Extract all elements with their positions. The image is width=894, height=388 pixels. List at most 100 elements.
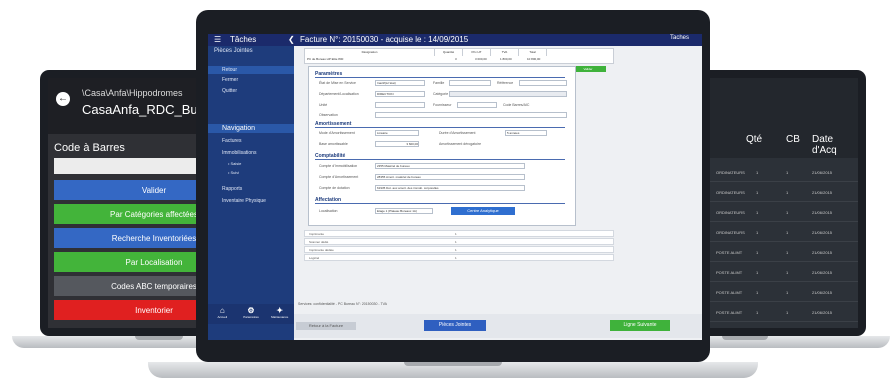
td-designation[interactable]: PC de Bureau HP Elite 800 — [307, 57, 343, 61]
table-cell: POSTE ALIMT — [716, 270, 743, 275]
tasks-link[interactable]: Taches — [670, 35, 689, 41]
table-cell: 21/06/2015 — [812, 310, 833, 315]
col-header-date[interactable]: Date d'Acq — [812, 134, 858, 156]
table-cell: ORDINATEURS — [716, 210, 745, 215]
field-category[interactable] — [449, 91, 567, 97]
field-location[interactable]: Etage 1 (Plateau Bureaux 1A) — [375, 208, 433, 214]
nav-invoices[interactable]: Factures — [214, 138, 241, 144]
location-path: \Casa\Anfa\Hippodromes — [82, 88, 183, 98]
table-cell: 1 — [756, 230, 759, 235]
nav-reports[interactable]: Rapports — [214, 186, 242, 192]
navigation-header: Navigation — [208, 124, 294, 133]
td-vat[interactable]: 1 800,00 — [500, 57, 512, 61]
table-cell: 21/06/2015 — [812, 190, 833, 195]
field-family[interactable] — [449, 80, 491, 86]
field-reference[interactable] — [519, 80, 567, 86]
action-back[interactable]: Retour — [208, 66, 294, 74]
td-price[interactable]: 3 000,00 — [475, 57, 487, 61]
label-unit: Unité — [319, 103, 328, 107]
invoice-line-row[interactable]: Imprimante dédiée 1 — [304, 246, 614, 253]
section-assignment: Affectation — [315, 197, 565, 204]
table-cell: 21/06/2015 — [812, 250, 833, 255]
line-label: Imprimante dédiée — [309, 248, 334, 252]
section-parameters: Paramètres — [315, 71, 565, 78]
back-arrow-icon[interactable]: ← — [56, 92, 70, 106]
line-label: Logiciel — [309, 256, 320, 260]
col-header-cb[interactable]: CB — [786, 134, 800, 145]
back-to-invoice-button[interactable]: Retour à la Facture — [296, 322, 356, 330]
table-cell: 1 — [786, 310, 789, 315]
sidebar: Pièces Jointes Retour Fermer Quitter Nav… — [208, 46, 294, 340]
field-unit[interactable] — [375, 102, 425, 108]
nav-sub-entry[interactable]: • Saisie — [214, 161, 241, 166]
table-cell: 1 — [786, 290, 789, 295]
invoice-line-row[interactable]: Logiciel 1 — [304, 254, 614, 261]
settings-shortcut[interactable]: ⚙ Paramètres — [237, 304, 266, 324]
tasks-title: Tâches — [230, 35, 257, 44]
td-quantity[interactable]: 3 — [455, 57, 457, 61]
label-state: État de Mise en Service — [319, 81, 356, 85]
label-observation: Observation — [319, 113, 338, 117]
col-header-qty[interactable]: Qté — [746, 134, 762, 145]
th-price: Prix HT — [463, 49, 491, 56]
nav-assets[interactable]: Immobilisations — [214, 150, 256, 156]
field-asset-account[interactable]: 2355 Matériel de bureau — [375, 163, 525, 169]
analytic-center-button[interactable]: Centre Analytique — [451, 207, 515, 215]
label-family: Famille — [433, 81, 445, 85]
field-observation[interactable] — [375, 112, 567, 118]
table-cell: 1 — [756, 310, 759, 315]
field-supplier[interactable] — [457, 102, 497, 108]
action-quit[interactable]: Quitter — [214, 88, 237, 94]
table-cell: 1 — [756, 250, 759, 255]
field-state[interactable]: Inactif(à l'état) — [375, 80, 425, 86]
th-designation: Désignation — [305, 49, 435, 56]
th-vat: TVA — [491, 49, 519, 56]
back-chevron-icon[interactable]: ❮ — [288, 35, 295, 44]
line-qty: 1 — [455, 232, 457, 236]
section-accounting: Comptabilité — [315, 153, 565, 160]
nav-sub-followup[interactable]: • Suivi — [214, 170, 239, 175]
attachments-item[interactable]: Pièces Jointes — [214, 48, 253, 54]
th-quantity: Quantité — [435, 49, 463, 56]
attachments-button[interactable]: Pièces Jointes — [424, 320, 486, 331]
label-duration: Durée d'Amortissement — [439, 131, 476, 135]
label-asset-account: Compte d'Immobilisation — [319, 164, 358, 168]
table-cell: 1 — [756, 190, 759, 195]
field-allocation-account[interactable]: 61935 Dot. aux amort. des immob. corpore… — [375, 185, 525, 191]
field-base[interactable]: 3 600,00 — [375, 141, 419, 147]
next-line-button[interactable]: Ligne Suivante — [610, 320, 670, 331]
action-close[interactable]: Fermer — [214, 77, 238, 83]
checkbox-derogatory[interactable]: Amortissement dérogatoire — [439, 142, 481, 146]
field-department[interactable]: DIRECTION — [375, 91, 425, 97]
maintenance-shortcut[interactable]: ✦ Maintenance — [265, 304, 294, 324]
table-cell: 21/06/2015 — [812, 270, 833, 275]
invoice-table: Désignation Quantité Prix HT TVA Total P… — [304, 48, 614, 64]
bottom-bar: Services: confidentialité - PC Bureau N°… — [294, 302, 702, 338]
label-supplier: Fournisseur — [433, 103, 452, 107]
field-depr-account[interactable]: 28355 Amort. matériel de bureau — [375, 174, 525, 180]
section-depreciation: Amortissement — [315, 121, 565, 128]
location-name: CasaAnfa_RDC_Bure — [82, 102, 210, 117]
line-qty: 1 — [455, 256, 457, 260]
invoice-title: Facture N°: 20150030 - acquise le : 14/0… — [300, 35, 469, 44]
field-depr-mode[interactable]: Linéaire — [375, 130, 419, 136]
table-cell: 1 — [756, 270, 759, 275]
td-total[interactable]: 10 800,00 — [527, 57, 540, 61]
table-cell: ORDINATEURS — [716, 170, 745, 175]
table-cell: POSTE ALIMT — [716, 310, 743, 315]
line-qty: 1 — [455, 248, 457, 252]
table-cell: 1 — [756, 170, 759, 175]
label-depr-mode: Mode d'Amortissement — [319, 131, 355, 135]
table-cell: 1 — [786, 210, 789, 215]
invoice-line-row[interactable]: Imprimante 1 — [304, 230, 614, 237]
table-cell: 21/06/2015 — [812, 170, 833, 175]
field-duration[interactable]: 5 années — [505, 130, 547, 136]
table-cell: POSTE ALIMT — [716, 290, 743, 295]
invoice-line-row[interactable]: Scanner dédié 1 — [304, 238, 614, 245]
menu-icon[interactable]: ☰ — [214, 35, 221, 44]
label-department: Département/Localisation — [319, 92, 359, 96]
home-shortcut[interactable]: ⌂ Accueil — [208, 304, 237, 324]
table-cell: 1 — [756, 210, 759, 215]
nav-physical-inventory[interactable]: Inventaire Physique — [214, 198, 266, 204]
bottom-shortcuts: ⌂ Accueil ⚙ Paramètres ✦ Maintenance — [208, 304, 294, 324]
